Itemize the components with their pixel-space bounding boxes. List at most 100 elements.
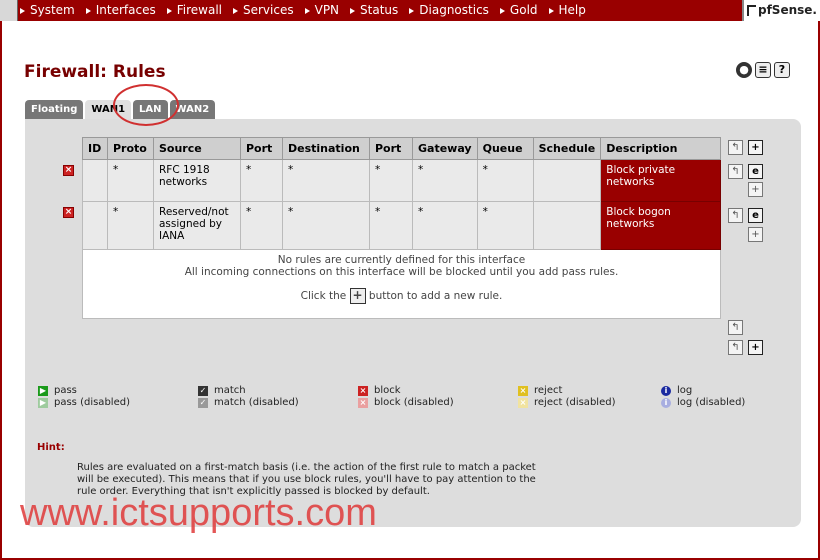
match-disabled-icon: ✓: [198, 398, 208, 408]
legend-match: ✓ match ✓ match (disabled): [198, 385, 299, 409]
reject-icon: ×: [518, 386, 528, 396]
cell-source: RFC 1918 networks: [153, 159, 241, 202]
col-destination: Destination: [282, 137, 370, 160]
block-icon: ×: [358, 386, 368, 396]
nav-status[interactable]: Status: [348, 0, 407, 21]
copy-rule-icon[interactable]: +: [748, 227, 763, 242]
edit-rule-icon[interactable]: e: [748, 164, 763, 179]
cell-dport: *: [369, 201, 413, 250]
watermark: www.ictsupports.com: [20, 492, 377, 534]
click-before-text: Click the: [300, 290, 347, 302]
col-dport: Port: [369, 137, 413, 160]
cell-proto: *: [107, 201, 154, 250]
col-source: Source: [153, 137, 241, 160]
cell-schedule: [532, 159, 602, 202]
legend-label: pass (disabled): [54, 397, 130, 408]
legend-pass: ▶ pass ▶ pass (disabled): [38, 385, 130, 409]
block-icon[interactable]: ×: [63, 165, 74, 176]
nav-system[interactable]: System: [18, 0, 84, 21]
tab-floating[interactable]: Floating: [25, 100, 84, 119]
nav-corner: [0, 0, 18, 21]
legend-label: reject (disabled): [534, 397, 616, 408]
empty-line-1: No rules are currently defined for this …: [277, 254, 526, 266]
legend-log: i log i log (disabled): [661, 385, 745, 409]
top-icon-group: ● ≡ ?: [736, 62, 790, 78]
copy-rule-icon[interactable]: +: [748, 182, 763, 197]
legend-label: log: [677, 385, 693, 396]
log-icon: i: [661, 386, 671, 396]
cell-destination: *: [282, 159, 370, 202]
nav-interfaces[interactable]: Interfaces: [84, 0, 165, 21]
cell-gateway: *: [412, 159, 478, 202]
nav-diagnostics[interactable]: Diagnostics: [407, 0, 498, 21]
move-icon[interactable]: ↰: [728, 208, 743, 223]
add-rule-icon[interactable]: +: [748, 140, 763, 155]
add-rule-icon[interactable]: +: [748, 340, 763, 355]
move-icon[interactable]: ↰: [728, 164, 743, 179]
pfsense-logo[interactable]: pfSense.: [742, 0, 820, 21]
col-schedule: Schedule: [532, 137, 602, 160]
col-proto: Proto: [107, 137, 154, 160]
pass-disabled-icon: ▶: [38, 398, 48, 408]
legend-reject: × reject × reject (disabled): [518, 385, 615, 409]
cell-description[interactable]: Block bogon networks: [600, 201, 721, 250]
match-icon: ✓: [198, 386, 208, 396]
block-icon[interactable]: ×: [63, 207, 74, 218]
cell-id: [82, 159, 108, 202]
click-after-text: button to add a new rule.: [368, 290, 503, 302]
move-icon[interactable]: ↰: [728, 140, 743, 155]
cell-port: *: [240, 159, 283, 202]
legend-block: × block × block (disabled): [358, 385, 454, 409]
add-rule-inline-icon[interactable]: +: [349, 288, 366, 304]
top-navigation: System Interfaces Firewall Services VPN …: [0, 0, 820, 21]
status-icon[interactable]: ●: [736, 62, 752, 78]
col-gateway: Gateway: [412, 137, 478, 160]
legend-label: pass: [54, 385, 77, 396]
legend-label: reject: [534, 385, 563, 396]
empty-rules-row: No rules are currently defined for this …: [82, 249, 721, 319]
hint-title: Hint:: [37, 442, 65, 453]
nav-services[interactable]: Services: [231, 0, 303, 21]
cell-queue: *: [476, 201, 534, 250]
page-title: Firewall: Rules: [24, 62, 166, 82]
nav-vpn[interactable]: VPN: [303, 0, 348, 21]
nav-firewall[interactable]: Firewall: [165, 0, 231, 21]
legend-label: block: [374, 385, 401, 396]
legend-label: log (disabled): [677, 397, 746, 408]
cell-proto: *: [107, 159, 154, 202]
legend-label: match (disabled): [214, 397, 299, 408]
log-disabled-icon: i: [661, 398, 671, 408]
cell-gateway: *: [412, 201, 478, 250]
table-row[interactable]: * RFC 1918 networks * * * * * Block priv…: [82, 159, 721, 202]
col-port: Port: [240, 137, 283, 160]
cell-description[interactable]: Block private networks: [600, 159, 721, 202]
cell-port: *: [240, 201, 283, 250]
table-row[interactable]: * Reserved/not assigned by IANA * * * * …: [82, 201, 721, 250]
annotation-circle: [113, 84, 179, 126]
col-description: Description: [600, 137, 721, 160]
help-icon[interactable]: ?: [774, 62, 790, 78]
cell-queue: *: [476, 159, 534, 202]
cell-id: [82, 201, 108, 250]
list-icon[interactable]: ≡: [755, 62, 771, 78]
nav-gold[interactable]: Gold: [498, 0, 547, 21]
col-queue: Queue: [476, 137, 534, 160]
pass-icon: ▶: [38, 386, 48, 396]
rules-table: ID Proto Source Port Destination Port Ga…: [82, 137, 721, 319]
cell-dport: *: [369, 159, 413, 202]
pfsense-logo-icon: [747, 5, 756, 16]
legend-label: block (disabled): [374, 397, 454, 408]
move-icon[interactable]: ↰: [728, 320, 743, 335]
cell-destination: *: [282, 201, 370, 250]
cell-schedule: [532, 201, 602, 250]
legend-label: match: [214, 385, 246, 396]
edit-rule-icon[interactable]: e: [748, 208, 763, 223]
cell-source: Reserved/not assigned by IANA: [153, 201, 241, 250]
empty-line-2: All incoming connections on this interfa…: [184, 266, 619, 278]
empty-rules-message: No rules are currently defined for this …: [82, 249, 721, 319]
block-disabled-icon: ×: [358, 398, 368, 408]
nav-help[interactable]: Help: [547, 0, 595, 21]
reject-disabled-icon: ×: [518, 398, 528, 408]
move-icon[interactable]: ↰: [728, 340, 743, 355]
col-id: ID: [82, 137, 108, 160]
